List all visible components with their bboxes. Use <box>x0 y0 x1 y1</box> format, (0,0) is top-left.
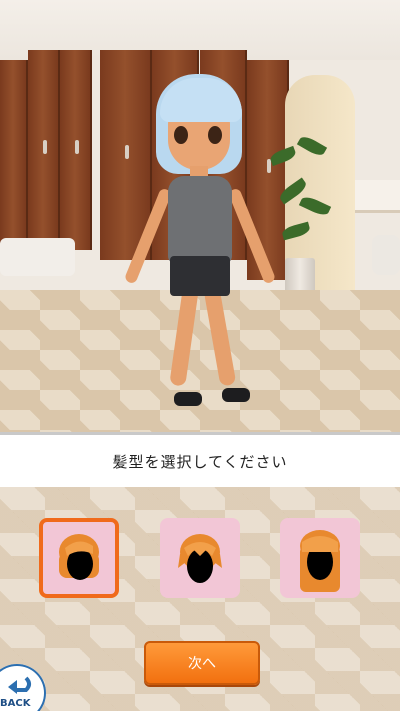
bench <box>0 238 75 276</box>
short-bob-hair-icon <box>59 534 99 580</box>
back-button-label: BACK <box>0 698 31 709</box>
sink-counter <box>355 180 400 213</box>
instruction-bar: 髪型を選択してください <box>0 432 400 490</box>
stool <box>372 235 400 275</box>
short-layered-hair-icon <box>178 534 222 583</box>
player-avatar <box>120 70 280 420</box>
back-arrow-icon <box>8 676 31 694</box>
avatar-leg-right <box>203 287 237 387</box>
next-button[interactable]: 次へ <box>144 641 260 685</box>
locker <box>28 50 60 250</box>
hair-option-bob[interactable] <box>39 518 119 598</box>
avatar-shorts <box>170 256 230 296</box>
instruction-text: 髪型を選択してください <box>112 452 288 471</box>
avatar-arm-right <box>227 187 277 285</box>
avatar-eye-right <box>208 126 222 144</box>
avatar-leg-left <box>169 287 199 387</box>
avatar-sandal-left <box>174 392 202 406</box>
avatar-arm-left <box>123 187 173 285</box>
hair-option-short[interactable] <box>160 518 240 598</box>
locker <box>0 60 28 255</box>
hair-option-long[interactable] <box>280 518 360 598</box>
long-straight-hair-icon <box>300 530 340 592</box>
avatar-sandal-right <box>222 388 250 402</box>
avatar-shirt <box>168 176 232 264</box>
avatar-eye-left <box>174 126 188 144</box>
locker-room-scene: 髪型を選択してください 次へ BACK <box>0 0 400 711</box>
locker <box>60 50 92 250</box>
next-button-label: 次へ <box>188 656 216 672</box>
